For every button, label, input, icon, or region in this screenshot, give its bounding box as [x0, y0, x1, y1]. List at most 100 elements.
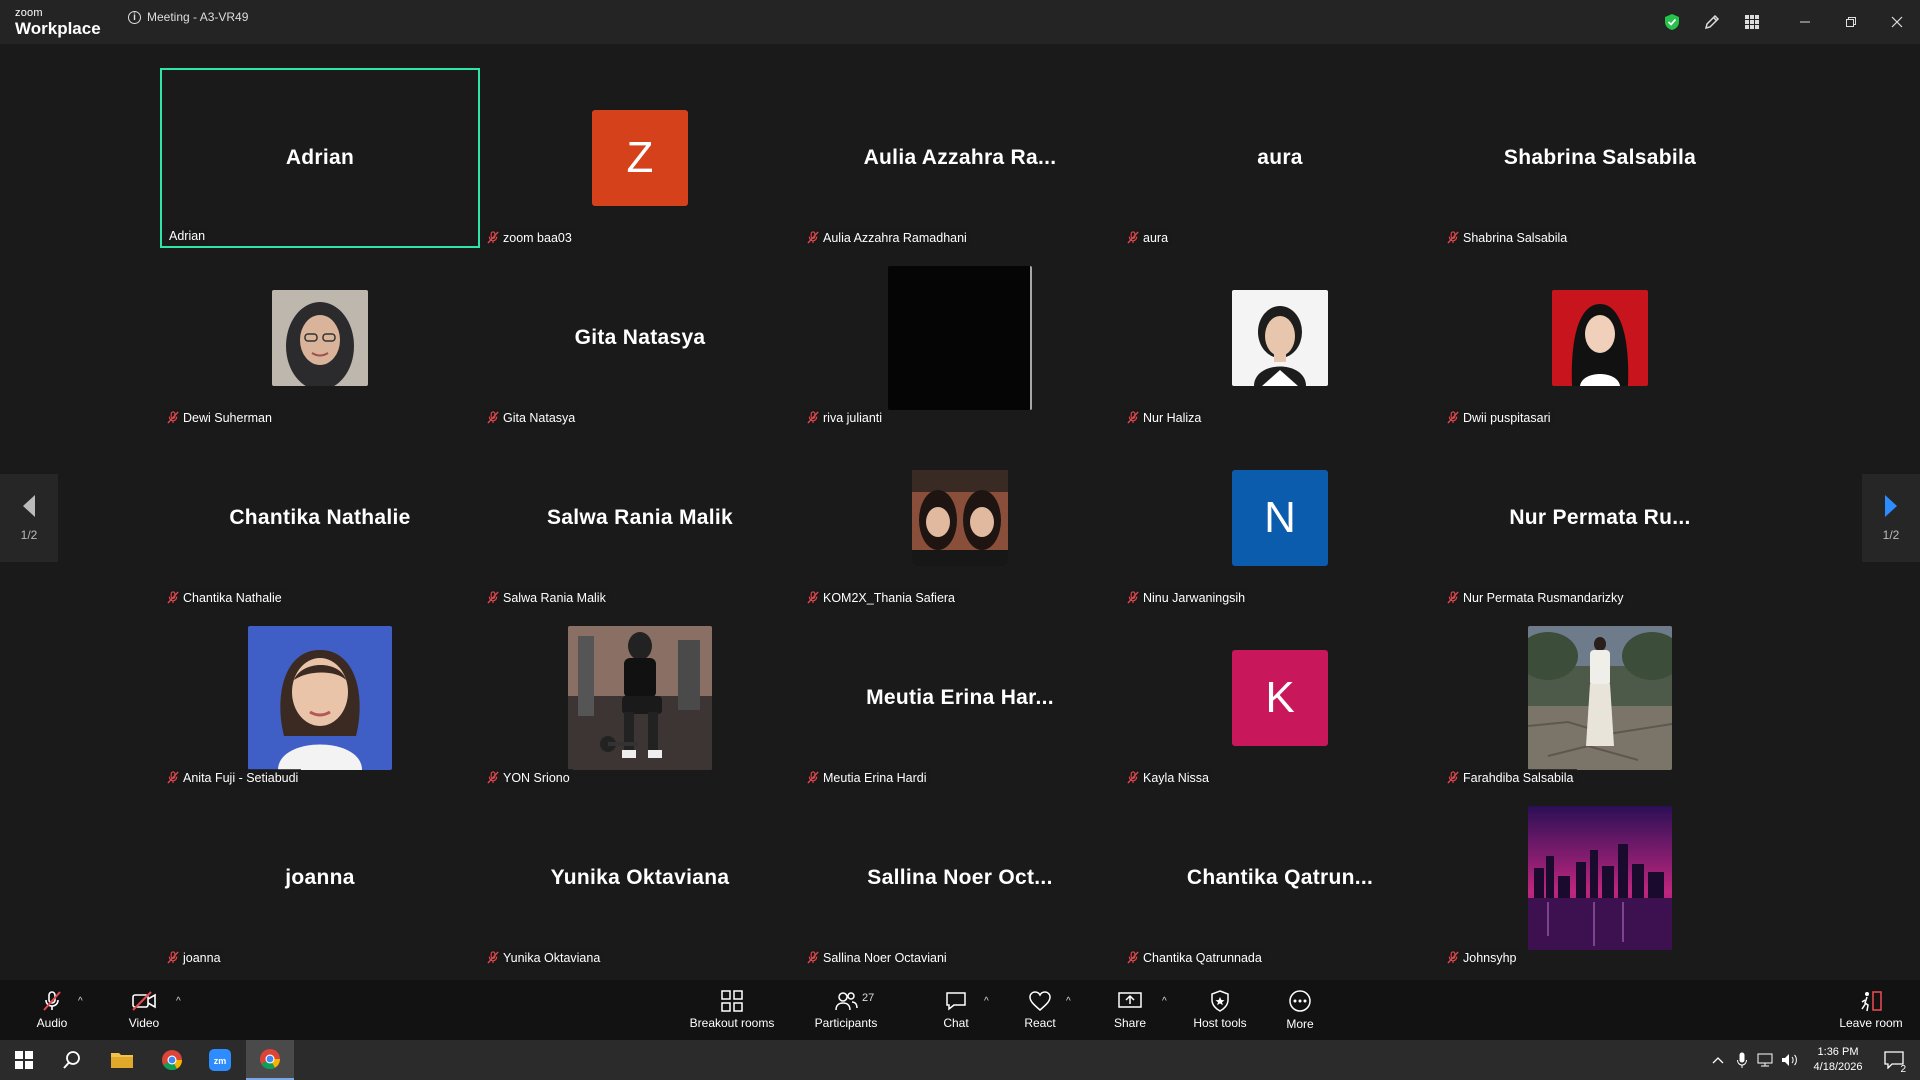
participant-tile[interactable]: joanna joanna	[160, 788, 480, 968]
participant-display-name: Chantika Qatrun...	[1186, 866, 1374, 889]
muted-mic-icon	[1127, 771, 1139, 784]
participant-tile[interactable]: Meutia Erina Har... Meutia Erina Hardi	[800, 608, 1120, 788]
video-label: Video	[128, 1016, 160, 1030]
video-options-caret[interactable]: ^	[176, 996, 181, 1007]
windows-start-icon[interactable]	[0, 1040, 48, 1080]
participant-name: Sallina Noer Octaviani	[823, 950, 947, 965]
tray-volume-icon[interactable]	[1778, 1053, 1802, 1067]
video-button[interactable]: Video	[120, 980, 168, 1040]
participant-tile[interactable]: Dewi Suherman	[160, 248, 480, 428]
page-indicator-left: 1/2	[20, 528, 38, 542]
leave-room-button[interactable]: Leave room	[1836, 980, 1906, 1040]
participant-name: Dewi Suherman	[183, 410, 272, 425]
view-grid-icon[interactable]	[1732, 0, 1772, 44]
participant-tile[interactable]: aura aura	[1120, 68, 1440, 248]
share-label: Share	[1113, 1016, 1147, 1030]
participant-tile[interactable]: Salwa Rania Malik Salwa Rania Malik	[480, 428, 800, 608]
audio-label: Audio	[36, 1016, 68, 1030]
meeting-info-button[interactable]: i Meeting - A3-VR49	[128, 10, 248, 24]
participant-tile[interactable]: K Kayla Nissa	[1120, 608, 1440, 788]
participant-name-label: zoom baa03	[484, 229, 575, 246]
audio-options-caret[interactable]: ^	[78, 996, 83, 1007]
minimize-button[interactable]	[1782, 0, 1828, 44]
participant-name-label: Anita Fuji - Setiabudi	[164, 769, 302, 786]
participant-tile[interactable]: Nur Permata Ru... Nur Permata Rusmandariz…	[1440, 428, 1760, 608]
muted-mic-icon	[487, 951, 499, 964]
annotate-pencil-icon[interactable]	[1692, 0, 1732, 44]
participants-icon	[835, 992, 858, 1011]
participant-tile[interactable]: YON Sriono	[480, 608, 800, 788]
muted-mic-icon	[487, 771, 499, 784]
participant-name-label: Sallina Noer Octaviani	[804, 949, 950, 966]
taskbar-clock[interactable]: 1:36 PM 4/18/2026	[1802, 1045, 1874, 1075]
clock-date: 4/18/2026	[1813, 1061, 1863, 1073]
chat-icon	[946, 992, 966, 1011]
participant-tile[interactable]: Chantika Nathalie Chantika Nathalie	[160, 428, 480, 608]
search-icon[interactable]	[48, 1040, 96, 1080]
chat-options-caret[interactable]: ^	[984, 996, 989, 1007]
host-tools-button[interactable]: Host tools	[1190, 980, 1250, 1040]
participant-display-name: Shabrina Salsabila	[1503, 146, 1697, 169]
participant-name: Aulia Azzahra Ramadhani	[823, 230, 967, 245]
host-tools-label: Host tools	[1193, 1016, 1247, 1030]
participant-tile[interactable]: Dwii puspitasari	[1440, 248, 1760, 428]
participant-name-label: Kayla Nissa	[1124, 769, 1212, 786]
more-button[interactable]: More	[1280, 980, 1320, 1040]
participants-button[interactable]: Participants	[806, 980, 886, 1040]
react-button[interactable]: React	[1020, 980, 1060, 1040]
participant-name-label: Nur Haliza	[1124, 409, 1205, 426]
participant-display-name: Aulia Azzahra Ra...	[863, 146, 1057, 169]
chrome-icon[interactable]	[148, 1040, 196, 1080]
muted-mic-icon	[1447, 591, 1459, 604]
chat-button[interactable]: Chat	[936, 980, 976, 1040]
muted-mic-icon	[487, 411, 499, 424]
muted-mic-icon	[807, 591, 819, 604]
security-shield-icon[interactable]	[1652, 0, 1692, 44]
participant-tile[interactable]: Johnsyhp	[1440, 788, 1760, 968]
participant-tile[interactable]: KOM2X_Thania Safiera	[800, 428, 1120, 608]
participant-tile[interactable]: Zzoom baa03	[480, 68, 800, 248]
participant-name-label: Chantika Qatrunnada	[1124, 949, 1265, 966]
react-options-caret[interactable]: ^	[1066, 996, 1071, 1007]
participant-name-label: Salwa Rania Malik	[484, 589, 609, 606]
prev-page-button[interactable]: 1/2	[0, 474, 58, 562]
participant-tile[interactable]: Yunika Oktaviana Yunika Oktaviana	[480, 788, 800, 968]
participant-tile[interactable]: Gita Natasya Gita Natasya	[480, 248, 800, 428]
participant-tile[interactable]: Adrian Adrian	[160, 68, 480, 248]
tray-chevron-up-icon[interactable]	[1706, 1056, 1730, 1064]
participant-tile[interactable]: Chantika Qatrun... Chantika Qatrunnada	[1120, 788, 1440, 968]
audio-button[interactable]: Audio	[28, 980, 76, 1040]
participant-tile[interactable]: Farahdiba Salsabila	[1440, 608, 1760, 788]
tray-network-icon[interactable]	[1754, 1053, 1778, 1067]
share-options-caret[interactable]: ^	[1162, 996, 1167, 1007]
participant-display-name: Yunika Oktaviana	[550, 866, 730, 889]
chevron-right-icon	[1885, 495, 1897, 517]
participant-tile[interactable]: Aulia Azzahra Ra... Aulia Azzahra Ramadha…	[800, 68, 1120, 248]
leave-room-label: Leave room	[1839, 1016, 1903, 1030]
close-button[interactable]	[1874, 0, 1920, 44]
participant-name-label: Chantika Nathalie	[164, 589, 285, 606]
participant-tile[interactable]: Nur Haliza	[1120, 248, 1440, 428]
participant-tile[interactable]: riva julianti	[800, 248, 1120, 428]
zoom-app-icon[interactable]: zm	[196, 1040, 244, 1080]
share-button[interactable]: Share	[1110, 980, 1150, 1040]
breakout-rooms-button[interactable]: Breakout rooms	[684, 980, 780, 1040]
participant-name-label: Johnsyhp	[1444, 949, 1520, 966]
file-explorer-icon[interactable]	[98, 1040, 146, 1080]
participant-video-feed	[1528, 806, 1672, 950]
restore-button[interactable]	[1828, 0, 1874, 44]
participant-tile[interactable]: N Ninu Jarwaningsih	[1120, 428, 1440, 608]
muted-mic-icon	[807, 951, 819, 964]
participant-tile[interactable]: Anita Fuji - Setiabudi	[160, 608, 480, 788]
participant-tile[interactable]: Shabrina Salsabila Shabrina Salsabila	[1440, 68, 1760, 248]
participant-name-label: Ninu Jarwaningsih	[1124, 589, 1249, 606]
participant-name: Kayla Nissa	[1143, 770, 1209, 785]
participant-name: Yunika Oktaviana	[503, 950, 601, 965]
tray-mic-icon[interactable]	[1730, 1052, 1754, 1068]
leave-room-icon	[1861, 991, 1882, 1012]
chrome-active-icon[interactable]	[246, 1040, 294, 1080]
notification-center-icon[interactable]: 2	[1874, 1040, 1914, 1080]
next-page-button[interactable]: 1/2	[1862, 474, 1920, 562]
participant-tile[interactable]: Sallina Noer Oct... Sallina Noer Octavian…	[800, 788, 1120, 968]
participant-name: Ninu Jarwaningsih	[1143, 590, 1246, 605]
